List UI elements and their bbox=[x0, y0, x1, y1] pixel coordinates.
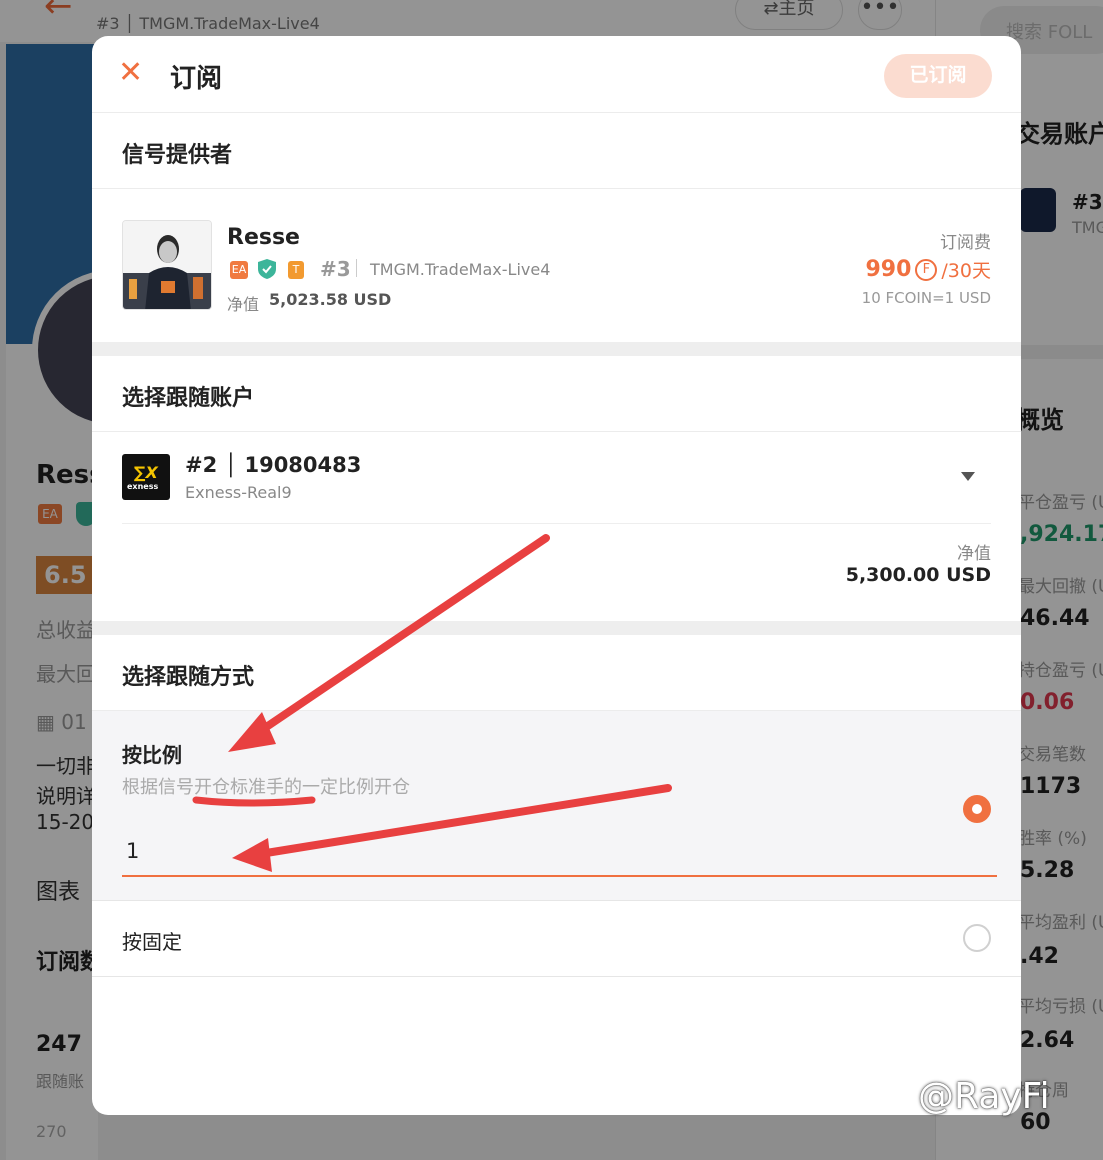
bio-line: 15-20 bbox=[36, 810, 95, 834]
stat-value: 5.28 bbox=[1020, 858, 1075, 883]
fee-period: /30天 bbox=[941, 260, 991, 282]
coin-rate: 10 FCOIN=1 USD bbox=[861, 289, 991, 307]
stat-label: 持仓盈亏 (U bbox=[1018, 661, 1103, 681]
account-title: #3 │ TMGM.TradeMax-Live4 bbox=[96, 14, 320, 33]
stat-value: 46.44 bbox=[1020, 606, 1090, 631]
fee-value: 990 bbox=[865, 257, 912, 282]
close-icon[interactable]: ✕ bbox=[118, 58, 144, 88]
section-title: 信号提供者 bbox=[122, 143, 233, 168]
subscribed-button[interactable]: 已订阅 bbox=[884, 54, 992, 98]
stat-label: 最大回 bbox=[36, 662, 96, 686]
followers-label: 跟随账 bbox=[36, 1072, 85, 1091]
bio-line: 说明详 bbox=[36, 784, 96, 808]
ratio-radio[interactable] bbox=[963, 795, 991, 823]
stat-value: .42 bbox=[1020, 944, 1059, 969]
equity-label: 净值 bbox=[227, 295, 260, 314]
account-server: Exness-Real9 bbox=[185, 483, 292, 502]
chevron-down-icon[interactable] bbox=[961, 472, 975, 481]
exness-logo-icon: ∑X exness bbox=[122, 454, 170, 500]
stat-label: 最大回撤 (U bbox=[1018, 577, 1103, 597]
stat-value: 2.64 bbox=[1020, 1028, 1075, 1053]
stat-value: 1173 bbox=[1020, 774, 1082, 799]
fcoin-icon: F bbox=[915, 258, 938, 281]
bio-line: 一切非 bbox=[36, 754, 96, 778]
ea-tag: EA bbox=[230, 261, 248, 279]
fixed-option-title: 按固定 bbox=[122, 930, 182, 954]
account-equity: 5,300.00 USD bbox=[845, 564, 991, 586]
calendar-icon: ▦ bbox=[36, 710, 55, 734]
date-label: ▦ 01 bbox=[36, 710, 87, 734]
watermark: @RayFi bbox=[918, 1076, 1050, 1117]
provider-server: TMGM.TradeMax-Live4 bbox=[370, 260, 551, 279]
stat-label: 交易笔数 bbox=[1018, 745, 1086, 765]
stat-label: 平仓盈亏 (U bbox=[1018, 493, 1103, 513]
stat-label: 胜率 (%) bbox=[1018, 829, 1087, 849]
fee-row: 990 F/30天 bbox=[865, 256, 991, 283]
provider-equity: 5,023.58 USD bbox=[269, 290, 392, 309]
stat-value: 0.06 bbox=[1020, 690, 1075, 715]
trading-accounts-title: 交易账户 bbox=[1016, 120, 1103, 148]
section-title: 选择跟随账户 bbox=[122, 386, 255, 411]
provider-rank: #3 bbox=[320, 257, 351, 281]
back-arrow-icon[interactable]: ← bbox=[44, 0, 73, 26]
ratio-option-title: 按比例 bbox=[122, 743, 182, 767]
verified-shield-icon bbox=[258, 259, 276, 279]
stat-label: 平均亏损 (U bbox=[1018, 997, 1103, 1017]
divider bbox=[356, 259, 357, 277]
trader-tag: T bbox=[288, 261, 304, 279]
account-rank: #3 bbox=[1072, 190, 1103, 214]
stat-label: 平均盈利 (U bbox=[1018, 913, 1103, 933]
follow-account-card: ∑X exness #2 │ 19080483 Exness-Real9 净值 5… bbox=[92, 432, 1021, 621]
account-logo-icon bbox=[1020, 188, 1056, 232]
ea-tag: EA bbox=[38, 504, 62, 524]
stat-value: ,924.17 bbox=[1020, 522, 1103, 547]
provider-avatar bbox=[122, 220, 212, 310]
subscriber-count: 247 bbox=[36, 1032, 82, 1057]
subscribe-dialog: ✕ 订阅 已订阅 信号提供者 Resse EA T #3 TMGM.TradeM… bbox=[92, 36, 1021, 1115]
provider-card: Resse EA T #3 TMGM.TradeMax-Live4 净值 5,0… bbox=[92, 189, 1021, 342]
section-gap bbox=[92, 621, 1021, 635]
stat-label: 总收益 bbox=[36, 618, 96, 642]
axis-tick: 270 bbox=[36, 1122, 67, 1141]
follow-account-section-header: 选择跟随账户 bbox=[92, 356, 1021, 432]
ratio-input[interactable] bbox=[122, 827, 997, 877]
account-selector[interactable]: ∑X exness #2 │ 19080483 Exness-Real9 bbox=[122, 432, 991, 524]
provider-section-header: 信号提供者 bbox=[92, 113, 1021, 189]
ratio-option[interactable]: 按比例 根据信号开仓标准手的一定比例开仓 bbox=[92, 711, 1021, 901]
follow-method-section-header: 选择跟随方式 bbox=[92, 635, 1021, 711]
section-title: 选择跟随方式 bbox=[122, 665, 255, 690]
fixed-option[interactable]: 按固定 bbox=[92, 901, 1021, 977]
home-button[interactable]: ⇄主页 bbox=[735, 0, 843, 30]
account-server: TMG bbox=[1072, 218, 1103, 237]
chart-title[interactable]: 图表 bbox=[36, 874, 80, 906]
provider-name: Resse bbox=[227, 225, 300, 250]
fixed-radio[interactable] bbox=[963, 924, 991, 952]
section-gap bbox=[92, 342, 1021, 356]
ratio-option-description: 根据信号开仓标准手的一定比例开仓 bbox=[122, 777, 410, 798]
score-badge: 6.5 bbox=[36, 556, 98, 594]
dialog-title: 订阅 bbox=[170, 64, 223, 94]
more-button[interactable]: ••• bbox=[858, 0, 902, 30]
equity-label: 净值 bbox=[957, 544, 991, 564]
account-number: #2 │ 19080483 bbox=[185, 453, 362, 477]
fee-label: 订阅费 bbox=[940, 233, 991, 253]
overview-title: 概览 bbox=[1016, 406, 1064, 434]
dialog-header: ✕ 订阅 已订阅 bbox=[92, 36, 1021, 113]
